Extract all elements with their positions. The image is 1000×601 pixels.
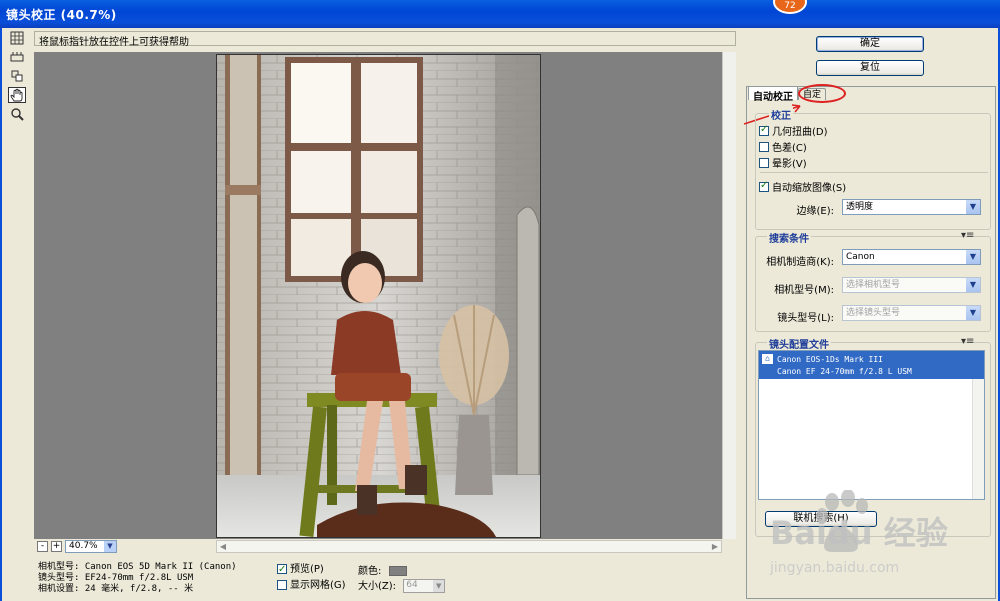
chevron-down-icon: ▼	[433, 580, 445, 592]
chevron-down-icon: ▼	[966, 306, 980, 320]
zoom-out-button[interactable]: -	[37, 541, 48, 552]
camera-placeholder: 选择相机型号	[846, 280, 901, 290]
profiles-scrollbar[interactable]	[972, 379, 984, 499]
title-bar: 镜头校正 (40.7%) 72	[0, 0, 1000, 28]
baidu-watermark: Baidu 经验 jingyan.baidu.com	[770, 489, 990, 595]
preview-label: 预览(P)	[290, 564, 324, 575]
window-title: 镜头校正 (40.7%)	[6, 8, 117, 22]
camera-model-text: 相机型号: Canon EOS 5D Mark II (Canon)	[38, 562, 237, 572]
geometric-row[interactable]: 几何扭曲(D)	[759, 123, 828, 138]
lens-label: 镜头型号(L):	[777, 313, 834, 324]
ok-button[interactable]: 确定	[816, 36, 924, 52]
grid-size-label: 大小(Z):	[358, 581, 397, 592]
scroll-left-arrow-icon[interactable]: ◀	[217, 541, 229, 552]
tool-palette	[8, 30, 28, 125]
grid-size-row: 大小(Z): 64 ▼	[358, 577, 446, 593]
maker-label: 相机制造商(K):	[766, 257, 834, 268]
autoscale-row[interactable]: 自动缩放图像(S)	[759, 179, 846, 194]
lens-model-text: 镜头型号: EF24-70mm f/2.8L USM	[38, 573, 194, 583]
remove-distortion-icon[interactable]	[8, 30, 26, 46]
help-hint: 将鼠标指针放在控件上可获得帮助	[34, 31, 736, 48]
edge-label: 边缘(E):	[796, 206, 835, 217]
zoom-icon[interactable]	[8, 106, 26, 122]
chromatic-label: 色差(C)	[772, 143, 807, 154]
search-menu-icon[interactable]: ▾≡	[961, 230, 974, 241]
autoscale-label: 自动缩放图像(S)	[772, 183, 847, 194]
watermark-brand: Baidu 经验	[770, 514, 948, 552]
camera-select[interactable]: 选择相机型号 ▼	[842, 277, 981, 293]
home-icon: ⌂	[762, 354, 773, 364]
zoom-select[interactable]: 40.7% ▼	[65, 540, 117, 553]
profile-lens: Canon EF 24-70mm f/2.8 L USM	[777, 367, 912, 376]
view-options: 预览(P) 显示网格(G)	[277, 562, 346, 594]
maker-select[interactable]: Canon ▼	[842, 249, 981, 265]
geometric-checkbox[interactable]	[759, 124, 769, 136]
vignette-label: 晕影(V)	[772, 159, 807, 170]
geometric-label: 几何扭曲(D)	[772, 127, 828, 138]
move-grid-icon[interactable]	[8, 68, 26, 84]
edge-select[interactable]: 透明度 ▼	[842, 199, 981, 215]
list-item[interactable]: ⌂ Canon EOS-1Ds Mark III Canon EF 24-70m…	[759, 351, 984, 379]
preview-checkbox-row[interactable]: 预览(P)	[277, 562, 346, 578]
profiles-menu-icon[interactable]: ▾≡	[961, 336, 974, 347]
chevron-down-icon: ▼	[104, 541, 116, 552]
correction-title: 校正	[769, 107, 793, 122]
profiles-list[interactable]: ⌂ Canon EOS-1Ds Mark III Canon EF 24-70m…	[758, 350, 985, 500]
zoom-controls: - + 40.7% ▼	[37, 540, 117, 553]
watermark-url: jingyan.baidu.com	[770, 560, 900, 576]
lens-placeholder: 选择镜头型号	[846, 308, 901, 318]
preview-photo	[216, 54, 541, 538]
grid-label: 显示网格(G)	[290, 580, 346, 591]
chromatic-checkbox[interactable]	[759, 141, 769, 152]
grid-color-label: 颜色:	[358, 566, 382, 577]
camera-info: 相机型号: Canon EOS 5D Mark II (Canon) 镜头型号:…	[38, 562, 237, 595]
lens-select[interactable]: 选择镜头型号 ▼	[842, 305, 981, 321]
search-title: 搜索条件	[767, 230, 811, 245]
reset-button[interactable]: 复位	[816, 60, 924, 76]
camera-settings-text: 相机设置: 24 毫米, f/2.8, -- 米	[38, 584, 194, 594]
chromatic-row[interactable]: 色差(C)	[759, 139, 807, 154]
grid-color-swatch[interactable]	[389, 566, 408, 576]
grid-checkbox[interactable]	[277, 580, 287, 590]
profiles-title: 镜头配置文件	[767, 336, 831, 351]
camera-label: 相机型号(M):	[774, 285, 834, 296]
chevron-down-icon: ▼	[966, 200, 980, 214]
grid-size-value: 64	[406, 580, 418, 590]
profile-camera: Canon EOS-1Ds Mark III	[777, 355, 883, 364]
straighten-icon[interactable]	[8, 49, 26, 65]
preview-checkbox[interactable]	[277, 562, 287, 578]
zoom-value: 40.7%	[69, 541, 98, 551]
divider	[760, 172, 988, 173]
scroll-right-arrow-icon[interactable]: ▶	[709, 541, 721, 552]
vignette-checkbox[interactable]	[759, 157, 769, 168]
grid-color-row: 颜色:	[358, 562, 408, 577]
hand-icon[interactable]	[8, 87, 26, 103]
preview-horizontal-scrollbar[interactable]: ◀ ▶	[216, 540, 722, 553]
maker-value: Canon	[846, 252, 875, 262]
zoom-in-button[interactable]: +	[51, 541, 62, 552]
chevron-down-icon: ▼	[966, 250, 980, 264]
edge-value: 透明度	[846, 202, 874, 212]
chevron-down-icon: ▼	[966, 278, 980, 292]
vignette-row[interactable]: 晕影(V)	[759, 155, 807, 170]
notification-badge: 72	[773, 0, 807, 14]
grid-size-select[interactable]: 64 ▼	[403, 579, 446, 593]
grid-checkbox-row[interactable]: 显示网格(G)	[277, 578, 346, 594]
preview-vertical-scrollbar[interactable]	[722, 52, 736, 539]
autoscale-checkbox[interactable]	[759, 180, 769, 192]
